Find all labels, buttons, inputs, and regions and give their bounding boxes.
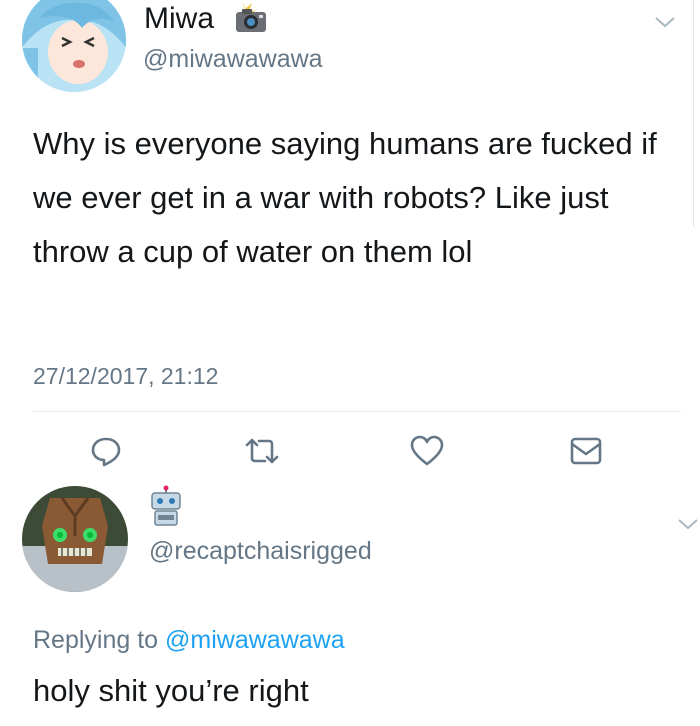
chevron-down-icon[interactable] — [674, 514, 700, 534]
avatar-recaptchaisrigged[interactable] — [22, 486, 128, 592]
direct-message-button[interactable] — [564, 429, 608, 473]
tweet-text: Why is everyone saying humans are fucked… — [33, 126, 657, 269]
display-name[interactable]: Miwa — [144, 2, 214, 36]
replying-to-label: Replying to — [33, 626, 159, 654]
reply-handle[interactable]: @recaptchaisrigged — [149, 537, 372, 566]
avatar-miwa[interactable] — [22, 0, 126, 92]
like-button[interactable] — [405, 429, 449, 473]
handle[interactable]: @miwawawawa — [143, 45, 323, 74]
robot-icon — [146, 485, 186, 529]
mail-icon — [570, 437, 602, 465]
replying-to-handle-link[interactable]: @miwawawawa — [165, 626, 345, 654]
scrollbar-edge — [693, 0, 700, 230]
reply-button[interactable] — [84, 429, 128, 473]
reply-text: holy shit you’re right — [33, 673, 309, 708]
reply-icon — [91, 437, 121, 467]
retweet-icon — [245, 438, 279, 464]
retweet-button[interactable] — [240, 429, 284, 473]
replying-to-line: Replying to @miwawawawa — [33, 626, 345, 655]
camera-flash-icon — [232, 0, 268, 34]
divider — [33, 411, 681, 412]
chevron-down-icon[interactable] — [651, 12, 679, 32]
heart-icon — [410, 435, 444, 466]
timestamp[interactable]: 27/12/2017, 21:12 — [33, 363, 218, 390]
